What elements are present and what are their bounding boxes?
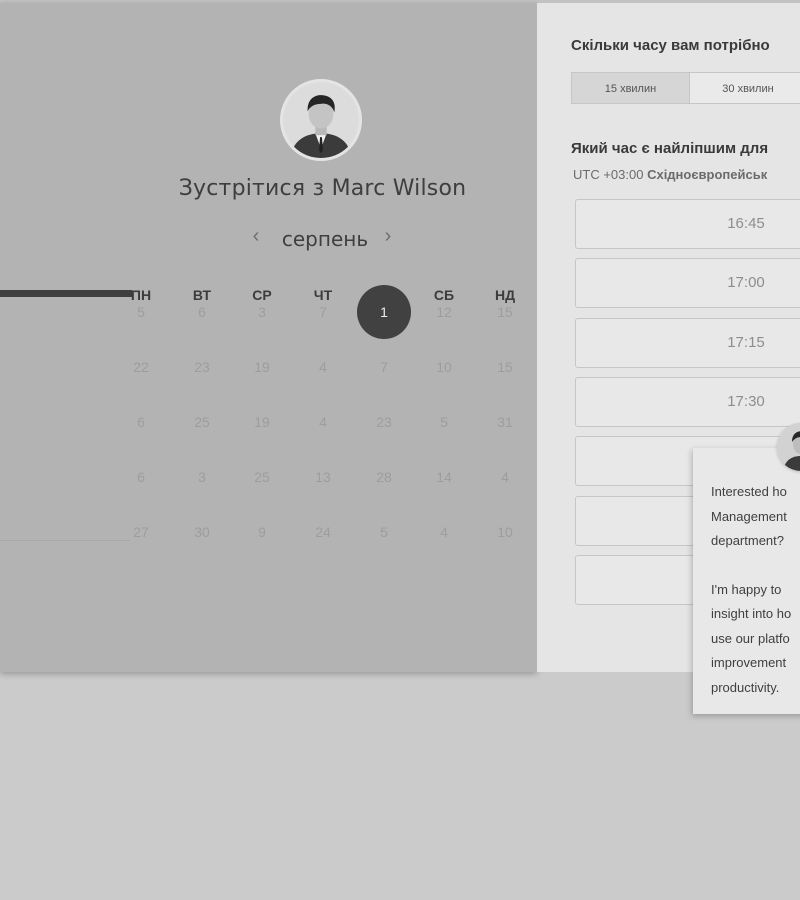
day-cell[interactable]: 3 — [242, 302, 282, 322]
chat-line: productivity. — [711, 679, 780, 695]
day-cell[interactable]: 5 — [364, 522, 404, 542]
time-slot-label: 17:15 — [727, 334, 765, 351]
day-cell[interactable]: 6 — [182, 302, 222, 322]
day-cell[interactable]: 15 — [485, 357, 525, 377]
day-cell[interactable]: 24 — [303, 522, 343, 542]
day-cell[interactable]: 5 — [121, 302, 161, 322]
time-slot-label: 17:30 — [727, 393, 765, 410]
day-cell[interactable]: 13 — [303, 467, 343, 487]
chevron-right-icon[interactable]: › — [378, 225, 398, 248]
weekday-label: ВТ — [192, 287, 212, 303]
day-cell[interactable]: 9 — [242, 522, 282, 542]
day-cell[interactable]: 30 — [182, 522, 222, 542]
time-slot-label: 17:00 — [727, 274, 765, 291]
day-cell[interactable]: 4 — [303, 412, 343, 432]
day-cell[interactable]: 15 — [485, 302, 525, 322]
chat-line: I'm happy to — [711, 581, 782, 597]
time-slot-button[interactable]: 17:00 — [575, 258, 800, 308]
chat-line: Interested ho — [711, 484, 787, 499]
chat-line: insight into ho — [711, 606, 792, 621]
day-cell[interactable]: 7 — [303, 302, 343, 322]
time-slot-button[interactable]: 17:30 — [575, 377, 800, 427]
time-slot-button[interactable]: 17:15 — [575, 318, 800, 368]
chat-message: Interested ho Management department? I'm ha… — [711, 480, 800, 700]
duration-heading: Скільки часу вам потрібно — [571, 37, 770, 54]
timezone-name: Східноєвропейськ — [647, 167, 768, 182]
day-cell[interactable]: 6 — [121, 467, 161, 487]
divider-line — [0, 540, 130, 541]
time-slot-button[interactable]: 16:45 — [575, 199, 800, 249]
timezone-offset: UTC +03:00 — [573, 167, 644, 182]
day-cell[interactable]: 4 — [485, 467, 525, 487]
chat-line: use our platfo — [711, 630, 790, 646]
day-cell[interactable]: 5 — [424, 412, 464, 432]
time-heading: Який час є найліпшим для — [571, 140, 769, 157]
chat-line: Management — [711, 508, 787, 524]
dark-bar — [0, 290, 132, 297]
month-label: серпень — [281, 227, 369, 251]
calendar-panel: Зустрітися з Marc Wilson ‹ серпень › ПН В… — [0, 3, 537, 672]
duration-30-button[interactable]: 30 хвилин — [689, 72, 800, 104]
day-cell[interactable]: 4 — [303, 357, 343, 377]
timezone-label: UTC +03:00 Східноєвропейськ — [573, 167, 767, 182]
day-cell[interactable]: 23 — [182, 357, 222, 377]
day-cell[interactable]: 14 — [424, 467, 464, 487]
host-avatar — [280, 79, 362, 161]
weekday-label: ЧТ — [313, 287, 333, 303]
person-avatar-icon — [283, 82, 359, 158]
day-cell-selected[interactable]: 1 — [357, 285, 411, 339]
day-cell[interactable]: 27 — [121, 522, 161, 542]
month-navigator: ‹ серпень › — [240, 225, 410, 255]
day-cell[interactable]: 19 — [242, 357, 282, 377]
day-cell[interactable]: 10 — [424, 357, 464, 377]
time-slot-label: 16:45 — [727, 215, 765, 232]
duration-15-button[interactable]: 15 хвилин — [571, 72, 690, 104]
day-cell[interactable]: 3 — [182, 467, 222, 487]
day-cell[interactable]: 6 — [121, 412, 161, 432]
day-cell[interactable]: 10 — [485, 522, 525, 542]
day-cell[interactable]: 25 — [242, 467, 282, 487]
weekday-label: НД — [494, 287, 516, 303]
day-cell[interactable]: 4 — [424, 522, 464, 542]
day-cell[interactable]: 28 — [364, 467, 404, 487]
day-cell[interactable]: 31 — [485, 412, 525, 432]
day-cell[interactable]: 19 — [242, 412, 282, 432]
day-cell[interactable]: 22 — [121, 357, 161, 377]
day-cell[interactable]: 25 — [182, 412, 222, 432]
day-cell[interactable]: 12 — [424, 302, 464, 322]
day-cell[interactable]: 7 — [364, 357, 404, 377]
chevron-left-icon[interactable]: ‹ — [246, 225, 266, 248]
duration-selector: 15 хвилин 30 хвилин — [571, 72, 800, 104]
weekday-label: ПН — [130, 287, 152, 303]
chat-line: improvement — [711, 655, 787, 670]
weekday-label: СР — [252, 287, 272, 303]
weekday-label: СБ — [433, 287, 455, 303]
day-cell[interactable]: 23 — [364, 412, 404, 432]
chat-line — [711, 554, 800, 578]
chat-line: department? — [711, 533, 784, 548]
